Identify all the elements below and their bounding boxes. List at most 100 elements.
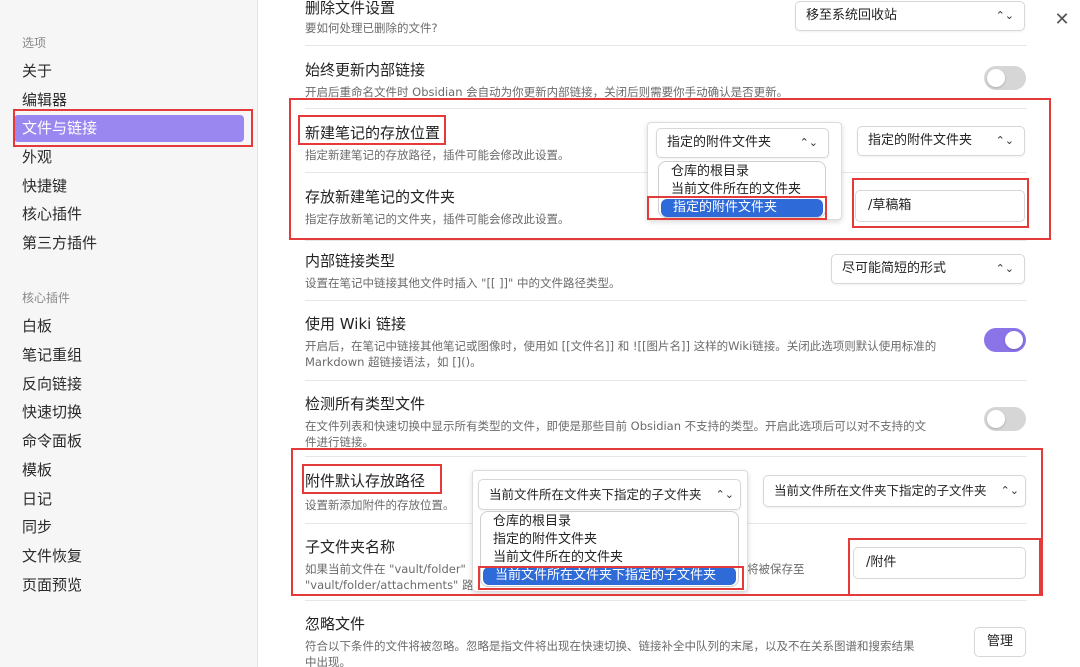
setting-update-links: 始终更新内部链接 开启后重命名文件时 Obsidian 会自动为你更新内部链接，… — [305, 59, 788, 100]
setting-desc: 设置新添加附件的存放位置。 — [305, 498, 455, 512]
sidebar-item-note-composer[interactable]: 笔记重组 — [14, 342, 244, 369]
setting-new-note-folder: 存放新建笔记的文件夹 指定存放新笔记的文件夹，插件可能会修改此设置。 — [305, 186, 570, 227]
divider — [305, 240, 1027, 241]
setting-title: 新建笔记的存放位置 — [305, 124, 441, 142]
setting-title: 存放新建笔记的文件夹 — [305, 188, 456, 206]
desc-line: Markdown 超链接语法，如 []()。 — [305, 355, 482, 369]
attachment-path-popup-select[interactable]: 当前文件所在文件夹下指定的子文件夹 ⌃⌄ — [478, 479, 741, 510]
setting-desc: 开启后，在笔记中链接其他笔记或图像时，使用如 [[文件名]] 和 ![[图片名]… — [305, 338, 936, 370]
sidebar-item-sync[interactable]: 同步 — [14, 514, 244, 541]
menu-item-vault-root[interactable]: 仓库的根目录 — [481, 513, 738, 531]
setting-wiki-links: 使用 Wiki 链接 开启后，在笔记中链接其他笔记或图像时，使用如 [[文件名]… — [305, 313, 936, 370]
sidebar-item-page-preview[interactable]: 页面预览 — [14, 572, 244, 599]
menu-item-current-folder[interactable]: 当前文件所在的文件夹 — [481, 549, 738, 567]
sidebar-item-daily-notes[interactable]: 日记 — [14, 486, 244, 513]
toggle-knob — [987, 410, 1005, 428]
chevron-updown-icon: ⌃⌄ — [799, 136, 818, 149]
subfolder-name-input[interactable]: /附件 — [853, 547, 1026, 579]
sidebar-item-about[interactable]: 关于 — [14, 58, 244, 85]
close-icon[interactable]: ✕ — [1052, 10, 1072, 30]
chevron-updown-icon: ⌃⌄ — [995, 262, 1014, 275]
chevron-updown-icon: ⌃⌄ — [995, 9, 1014, 22]
sidebar-item-file-recovery[interactable]: 文件恢复 — [14, 543, 244, 570]
setting-ignore-files: 忽略文件 符合以下条件的文件将被忽略。忽略是指文件将出现在快速切换、链接补全中队… — [305, 613, 915, 667]
setting-new-note-location: 新建笔记的存放位置 指定新建笔记的存放路径，插件可能会修改此设置。 — [305, 122, 570, 163]
setting-title: 附件默认存放路径 — [305, 472, 426, 490]
setting-title: 删除文件设置 — [305, 0, 396, 17]
setting-title: 内部链接类型 — [305, 252, 396, 270]
setting-detect-all-files: 检测所有类型文件 在文件列表和快速切换中显示所有类型的文件，即使是那些目前 Ob… — [305, 393, 926, 450]
manage-ignore-button[interactable]: 管理 — [974, 627, 1026, 657]
wiki-links-toggle[interactable] — [984, 328, 1026, 352]
setting-desc: 设置在笔记中链接其他文件时插入 "[[ ]]" 中的文件路径类型。 — [305, 276, 621, 290]
setting-link-type: 内部链接类型 设置在笔记中链接其他文件时插入 "[[ ]]" 中的文件路径类型。 — [305, 250, 621, 291]
settings-sidebar: 选项 关于 编辑器 文件与链接 外观 快捷键 核心插件 第三方插件 核心插件 白… — [0, 0, 258, 667]
divider — [305, 380, 1027, 381]
setting-delete-files: 删除文件设置 要如何处理已删除的文件? — [305, 0, 438, 36]
desc-line: 在文件列表和快速切换中显示所有类型的文件，即使是那些目前 Obsidian 不支… — [305, 419, 927, 433]
chevron-updown-icon: ⌃⌄ — [995, 134, 1014, 147]
divider — [305, 108, 1027, 109]
subfolder-desc-line2: "vault/folder/attachments" 路径 — [305, 578, 486, 592]
link-type-select[interactable]: 尽可能简短的形式 ⌃⌄ — [831, 254, 1025, 284]
section-options-label: 选项 — [22, 36, 47, 50]
new-note-folder-input[interactable]: /草稿箱 — [855, 190, 1025, 222]
setting-title: 子文件夹名称 — [305, 538, 396, 556]
attachment-path-select[interactable]: 当前文件所在文件夹下指定的子文件夹 ⌃⌄ — [763, 475, 1026, 507]
sidebar-item-templates[interactable]: 模板 — [14, 457, 244, 484]
select-value: 移至系统回收站 — [806, 8, 898, 23]
delete-files-select[interactable]: 移至系统回收站 ⌃⌄ — [795, 1, 1025, 31]
select-value: 当前文件所在文件夹下指定的子文件夹 — [774, 483, 987, 498]
sidebar-item-command-palette[interactable]: 命令面板 — [14, 428, 244, 455]
setting-title: 忽略文件 — [305, 615, 366, 633]
menu-item-vault-root[interactable]: 仓库的根目录 — [659, 163, 825, 181]
sidebar-item-hotkeys[interactable]: 快捷键 — [14, 173, 244, 200]
select-value: 当前文件所在文件夹下指定的子文件夹 — [489, 487, 702, 502]
setting-title: 始终更新内部链接 — [305, 61, 426, 79]
select-value: 指定的附件文件夹 — [667, 135, 772, 150]
menu-item-subfolder-under-current[interactable]: 当前文件所在文件夹下指定的子文件夹 — [483, 567, 736, 585]
desc-line: 符合以下条件的文件将被忽略。忽略是指文件将出现在快速切换、链接补全中队列的末尾，… — [305, 639, 915, 653]
chevron-updown-icon: ⌃⌄ — [1000, 484, 1019, 497]
setting-desc: 开启后重命名文件时 Obsidian 会自动为你更新内部链接，关闭后则需要你手动… — [305, 85, 789, 99]
menu-item-current-folder[interactable]: 当前文件所在的文件夹 — [659, 181, 825, 199]
update-links-toggle[interactable] — [984, 66, 1026, 90]
sidebar-item-files-links[interactable]: 文件与链接 — [14, 115, 244, 142]
setting-desc: 指定存放新笔记的文件夹，插件可能会修改此设置。 — [305, 212, 570, 226]
sidebar-item-editor[interactable]: 编辑器 — [14, 87, 244, 114]
divider — [305, 45, 1027, 46]
section-core-plugins-label: 核心插件 — [22, 291, 71, 305]
subfolder-desc-line1b: 将被保存至 — [747, 562, 805, 576]
toggle-knob — [987, 69, 1005, 87]
sidebar-item-community-plugins[interactable]: 第三方插件 — [14, 230, 244, 257]
setting-subfolder-name: 子文件夹名称 — [305, 536, 395, 557]
menu-item-specified-folder[interactable]: 指定的附件文件夹 — [661, 199, 823, 217]
subfolder-desc-line1a: 如果当前文件在 "vault/folder" — [305, 562, 466, 576]
desc-line: 件进行链接。 — [305, 435, 374, 449]
setting-desc: 在文件列表和快速切换中显示所有类型的文件，即使是那些目前 Obsidian 不支… — [305, 418, 926, 450]
setting-desc: 要如何处理已删除的文件? — [305, 21, 438, 35]
sidebar-item-canvas[interactable]: 白板 — [14, 313, 244, 340]
setting-desc: 符合以下条件的文件将被忽略。忽略是指文件将出现在快速切换、链接补全中队列的末尾，… — [305, 638, 915, 667]
divider — [305, 456, 1027, 457]
new-note-location-select[interactable]: 指定的附件文件夹 ⌃⌄ — [857, 126, 1025, 156]
desc-line: 中出现。 — [305, 655, 351, 667]
new-note-location-popup-select[interactable]: 指定的附件文件夹 ⌃⌄ — [656, 128, 829, 158]
select-value: 尽可能简短的形式 — [842, 261, 947, 276]
sidebar-item-backlinks[interactable]: 反向链接 — [14, 371, 244, 398]
divider — [305, 600, 1027, 601]
setting-desc: 指定新建笔记的存放路径，插件可能会修改此设置。 — [305, 148, 570, 162]
select-value: 指定的附件文件夹 — [868, 133, 973, 148]
sidebar-item-core-plugins[interactable]: 核心插件 — [14, 201, 244, 228]
toggle-knob — [1005, 331, 1023, 349]
attachment-path-menu: 仓库的根目录 指定的附件文件夹 当前文件所在的文件夹 当前文件所在文件夹下指定的… — [480, 511, 739, 587]
sidebar-item-appearance[interactable]: 外观 — [14, 144, 244, 171]
divider — [305, 300, 1027, 301]
detect-all-toggle[interactable] — [984, 407, 1026, 431]
setting-attachment-path: 附件默认存放路径 设置新添加附件的存放位置。 — [305, 470, 455, 513]
new-note-location-menu: 仓库的根目录 当前文件所在的文件夹 指定的附件文件夹 — [658, 161, 826, 218]
menu-item-specified-folder[interactable]: 指定的附件文件夹 — [481, 531, 738, 549]
setting-title: 检测所有类型文件 — [305, 395, 426, 413]
setting-title: 使用 Wiki 链接 — [305, 315, 407, 333]
sidebar-item-quick-switcher[interactable]: 快速切换 — [14, 399, 244, 426]
